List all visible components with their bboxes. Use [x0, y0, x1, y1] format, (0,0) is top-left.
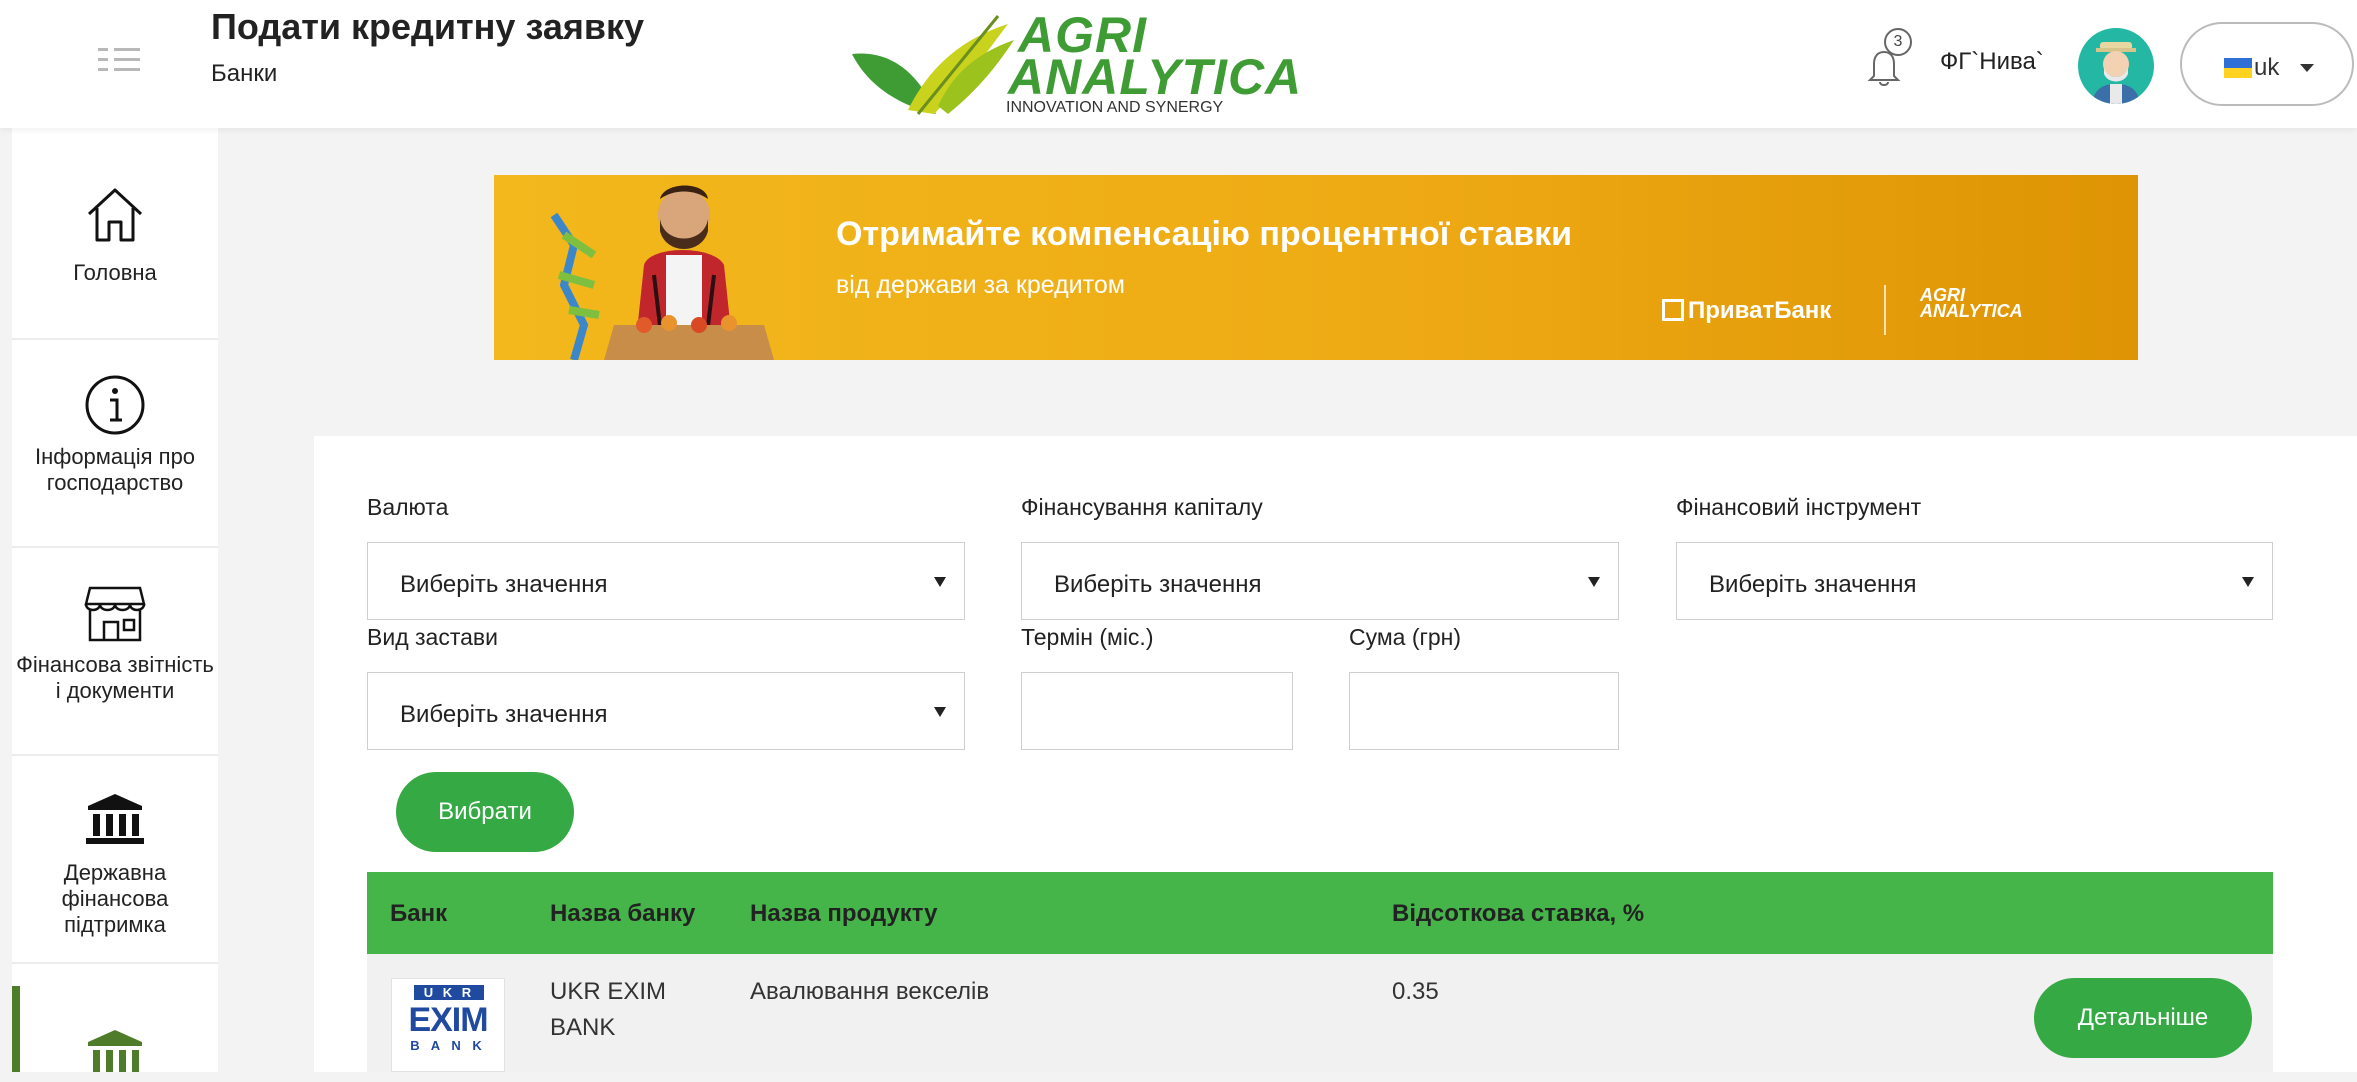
notifications-button[interactable]: 3 [1866, 28, 1916, 86]
product-name-cell: Авалювання векселів [750, 978, 990, 1005]
select-button[interactable]: Вибрати [396, 772, 574, 852]
exim-logo-bottom: B A N K [410, 1038, 486, 1053]
bank-name-line2: BANK [550, 1014, 616, 1041]
financial-instrument-select-value: Виберіть значення [1709, 571, 1917, 598]
collateral-type-select[interactable]: Виберіть значення [367, 672, 965, 750]
privatbank-mark-icon [1662, 299, 1684, 321]
wheat-leaf-icon [852, 15, 1014, 115]
table-row: U K R EXIM B A N K UKR EXIM BANK Авалюва… [367, 954, 2273, 1072]
user-avatar[interactable] [2078, 28, 2154, 104]
store-icon [12, 580, 218, 646]
column-header-interest-rate[interactable]: Відсоткова ставка, % [1392, 900, 1644, 928]
sidebar-item-label: Інформація про господарство [34, 444, 196, 495]
chevron-down-icon [2300, 64, 2314, 72]
financial-instrument-select[interactable]: Виберіть значення [1676, 542, 2273, 620]
collateral-type-label: Вид застави [367, 624, 498, 650]
financial-instrument-label: Фінансовий інструмент [1676, 494, 1922, 520]
ukraine-flag-icon [2224, 58, 2252, 78]
dropdown-arrow-icon [2242, 577, 2254, 587]
top-header: Подати кредитну заявку Банки AGRI ANALYT… [0, 0, 2357, 128]
term-input[interactable] [1021, 672, 1293, 750]
sidebar-item-state-support[interactable]: Державна фінансова підтримка [12, 756, 218, 964]
dropdown-arrow-icon [934, 707, 946, 717]
currency-select-value: Виберіть значення [400, 571, 608, 598]
banner-title: Отримайте компенсацію процентної ставки [836, 215, 1573, 253]
sidebar-item-home[interactable]: Головна [12, 128, 218, 340]
logo-tagline: INNOVATION AND SYNERGY [1006, 99, 1224, 116]
amount-label: Сума (грн) [1349, 624, 1462, 650]
dropdown-arrow-icon [934, 577, 946, 587]
table-header: Банк Назва банку Назва продукту Відсотко… [367, 872, 2273, 954]
privatbank-name: ПриватБанк [1688, 297, 1832, 324]
logo-line2: ANALYTICA [1008, 49, 1303, 105]
breadcrumb[interactable]: Банки [211, 60, 277, 88]
banner-logo-line2: ANALYTICA [1920, 301, 2023, 321]
interest-rate-cell: 0.35 [1392, 978, 1439, 1005]
farm-name[interactable]: ФГ`Нива` [1940, 48, 2044, 76]
bank-icon [12, 1028, 218, 1082]
page-title: Подати кредитну заявку [211, 6, 645, 47]
amount-input[interactable] [1349, 672, 1619, 750]
currency-label: Валюта [367, 494, 449, 520]
sidebar-item-farm-info[interactable]: Інформація про господарство [12, 340, 218, 548]
exim-logo-top: U K R [414, 985, 484, 1000]
column-header-product-name[interactable]: Назва продукту [750, 900, 937, 928]
column-header-bank[interactable]: Банк [390, 900, 447, 928]
agri-analytica-logo[interactable]: AGRI ANALYTICA INNOVATION AND SYNERGY [848, 4, 1328, 122]
sidebar-item-label: Фінансова звітність і документи [16, 652, 214, 703]
banner-subtitle: від держави за кредитом [836, 271, 1125, 299]
menu-toggle-icon[interactable] [98, 42, 148, 78]
bank-icon [12, 792, 218, 846]
sidebar-item-label: Державна фінансова підтримка [61, 860, 169, 937]
notification-count-badge: 3 [1884, 28, 1912, 56]
currency-select[interactable]: Виберіть значення [367, 542, 965, 620]
info-icon [12, 374, 218, 436]
banner-agri-analytica-logo: AGRI ANALYTICA [1920, 286, 2023, 321]
sidebar-active-indicator [12, 986, 20, 1072]
farmer-avatar-icon [2092, 42, 2140, 104]
sidebar: Головна Інформація про господарство Фіна… [12, 128, 218, 1072]
ukr-exim-bank-logo: U K R EXIM B A N K [391, 978, 505, 1072]
farmer-with-vegetables-illustration [550, 185, 774, 360]
language-selector[interactable]: uk [2180, 22, 2354, 106]
exim-logo-middle: EXIM [408, 1001, 488, 1039]
column-header-bank-name[interactable]: Назва банку [550, 900, 695, 928]
sidebar-item-financial-reports[interactable]: Фінансова звітність і документи [12, 548, 218, 756]
capital-financing-select[interactable]: Виберіть значення [1021, 542, 1619, 620]
language-code: uk [2254, 54, 2280, 81]
home-icon [12, 182, 218, 246]
sidebar-item-banks[interactable] [12, 964, 218, 1072]
capital-financing-label: Фінансування капіталу [1021, 494, 1263, 520]
capital-financing-select-value: Виберіть значення [1054, 571, 1262, 598]
term-label: Термін (міс.) [1021, 624, 1154, 650]
details-button[interactable]: Детальніше [2034, 978, 2252, 1058]
dropdown-arrow-icon [1588, 577, 1600, 587]
promo-banner[interactable]: Отримайте компенсацію процентної ставки … [494, 175, 2138, 360]
privatbank-logo: ПриватБанк [1662, 297, 1831, 325]
bank-name-line1: UKR EXIM [550, 978, 667, 1005]
banner-separator [1884, 285, 1886, 335]
bank-name-cell: UKR EXIM BANK [550, 974, 666, 1046]
sidebar-item-label: Головна [73, 260, 157, 285]
collateral-type-select-value: Виберіть значення [400, 701, 608, 728]
